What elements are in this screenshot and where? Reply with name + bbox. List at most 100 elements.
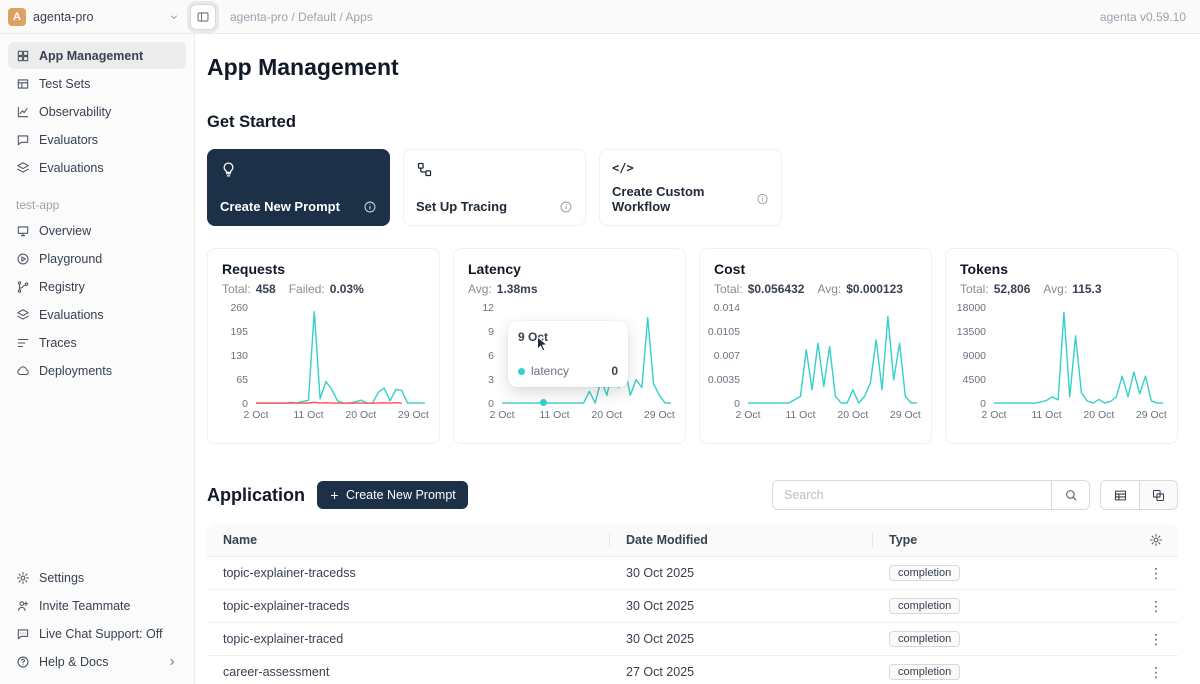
app-date-modified: 30 Oct 2025: [610, 566, 873, 580]
sidebar-item-registry[interactable]: Registry: [8, 273, 186, 300]
sidebar-app-section-label: test-app: [16, 198, 178, 212]
code-icon: </>: [612, 161, 769, 178]
search-button[interactable]: [1051, 481, 1089, 509]
sidebar-item-app-management[interactable]: App Management: [8, 42, 186, 69]
table-row[interactable]: topic-explainer-tracedss30 Oct 2025compl…: [207, 557, 1178, 590]
help-icon: [16, 655, 30, 669]
stat-cards: RequestsTotal:458Failed:0.03%26019513065…: [207, 248, 1178, 444]
y-axis-labels: 260195130650: [222, 308, 256, 404]
row-actions-button[interactable]: ⋮: [1134, 598, 1178, 615]
chart-plot: [994, 308, 1163, 404]
evaluators-icon: [16, 133, 30, 147]
get-started-card-label: Create Custom Workflow: [612, 184, 756, 214]
chart-area: 1800013500900045000: [960, 308, 1163, 404]
x-axis-labels: 2 Oct11 Oct20 Oct29 Oct: [748, 404, 917, 420]
info-icon[interactable]: [756, 192, 769, 206]
sidebar-item-test-sets[interactable]: Test Sets: [8, 70, 186, 97]
stat-card-cost: CostTotal:$0.056432Avg:$0.0001230.0140.0…: [699, 248, 932, 444]
applications-table: Name Date Modified Type topic-explainer-…: [207, 524, 1178, 684]
x-tick-label: 11 Oct: [293, 409, 323, 421]
card-view-icon: [1151, 488, 1166, 503]
chart-area: 0.0140.01050.0070.00350: [714, 308, 917, 404]
row-actions-button[interactable]: ⋮: [1134, 664, 1178, 681]
bulb-icon: [220, 161, 237, 178]
sidebar-item-observability[interactable]: Observability: [8, 98, 186, 125]
sidebar-app-list: OverviewPlaygroundRegistryEvaluationsTra…: [0, 216, 194, 385]
chevron-down-icon: [168, 11, 180, 23]
get-started-card-create-new-prompt[interactable]: Create New Prompt: [207, 149, 390, 226]
x-tick-label: 20 Oct: [1083, 409, 1114, 421]
get-started-card-set-up-tracing[interactable]: Set Up Tracing: [403, 149, 586, 226]
table-row[interactable]: topic-explainer-traced30 Oct 2025complet…: [207, 623, 1178, 656]
y-tick-label: 0.0035: [708, 374, 740, 386]
sidebar-item-evaluations[interactable]: Evaluations: [8, 154, 186, 181]
y-tick-label: 0.014: [714, 302, 740, 314]
tooltip-series-name: latency: [531, 364, 569, 378]
tooltip-series-value: 0: [611, 364, 618, 378]
app-version: agenta v0.59.10: [1100, 10, 1186, 24]
tokens-line-chart: [994, 308, 1163, 404]
sidebar-collapse-button[interactable]: [190, 4, 216, 30]
y-axis-labels: 1800013500900045000: [960, 308, 994, 404]
get-started-card-create-custom-workflow[interactable]: </> Create Custom Workflow: [599, 149, 782, 226]
stat-card-title: Cost: [714, 261, 917, 277]
stat-card-title: Tokens: [960, 261, 1163, 277]
chart-tooltip: 9 Octlatency0: [508, 321, 628, 387]
y-tick-label: 260: [230, 302, 248, 314]
metric-value: $0.056432: [748, 282, 805, 296]
metric-label: Total:: [714, 282, 743, 296]
sidebar-item-live-chat-support-off[interactable]: Live Chat Support: Off: [8, 620, 186, 647]
table-controls: [772, 480, 1178, 510]
row-actions-button[interactable]: ⋮: [1134, 565, 1178, 582]
info-icon[interactable]: [559, 200, 573, 214]
app-type: completion: [873, 664, 1134, 680]
breadcrumb[interactable]: agenta-pro / Default / Apps: [230, 10, 373, 24]
x-tick-label: 29 Oct: [644, 409, 675, 421]
app-date-modified: 30 Oct 2025: [610, 632, 873, 646]
metric-value: 1.38ms: [497, 282, 538, 296]
app-type: completion: [873, 631, 1134, 647]
search-input[interactable]: [773, 481, 1051, 509]
sidebar-item-evaluations[interactable]: Evaluations: [8, 301, 186, 328]
metric-label: Total:: [222, 282, 251, 296]
info-icon[interactable]: [363, 200, 377, 214]
sidebar-item-label: App Management: [39, 49, 143, 63]
sidebar-item-settings[interactable]: Settings: [8, 564, 186, 591]
sidebar-item-invite-teammate[interactable]: Invite Teammate: [8, 592, 186, 619]
app-name: topic-explainer-traceds: [207, 599, 610, 613]
sidebar-item-deployments[interactable]: Deployments: [8, 357, 186, 384]
get-started-card-footer: Create New Prompt: [220, 199, 377, 214]
row-actions-button[interactable]: ⋮: [1134, 631, 1178, 648]
table-view-button[interactable]: [1101, 481, 1139, 509]
y-tick-label: 3: [488, 374, 494, 386]
chart-plot: [748, 308, 917, 404]
create-new-prompt-button[interactable]: Create New Prompt: [317, 481, 468, 509]
search-box: [772, 480, 1090, 510]
metric-label: Failed:: [289, 282, 325, 296]
column-header-name[interactable]: Name: [207, 524, 610, 556]
type-tag: completion: [889, 631, 960, 647]
stat-card-metrics: Total:52,806Avg:115.3: [960, 282, 1163, 296]
sidebar-item-evaluators[interactable]: Evaluators: [8, 126, 186, 153]
table-row[interactable]: topic-explainer-traceds30 Oct 2025comple…: [207, 590, 1178, 623]
metric-value: 0.03%: [330, 282, 364, 296]
column-header-date-modified[interactable]: Date Modified: [610, 524, 873, 556]
sidebar-item-overview[interactable]: Overview: [8, 217, 186, 244]
table-row[interactable]: career-assessment27 Oct 2025completion⋮: [207, 656, 1178, 684]
sidebar-item-playground[interactable]: Playground: [8, 245, 186, 272]
column-header-type[interactable]: Type: [873, 524, 1134, 556]
metric-label: Avg:: [1043, 282, 1067, 296]
app-type: completion: [873, 598, 1134, 614]
gear-icon: [1149, 533, 1163, 547]
x-tick-label: 2 Oct: [489, 409, 514, 421]
y-tick-label: 12: [482, 302, 494, 314]
sidebar-item-traces[interactable]: Traces: [8, 329, 186, 356]
y-tick-label: 4500: [963, 374, 986, 386]
get-started-card-label: Create New Prompt: [220, 199, 340, 214]
x-tick-label: 2 Oct: [243, 409, 268, 421]
workspace-selector[interactable]: A agenta-pro: [8, 8, 180, 26]
card-view-button[interactable]: [1139, 481, 1177, 509]
table-settings-button[interactable]: [1134, 524, 1178, 556]
stat-card-metrics: Avg:1.38ms: [468, 282, 671, 296]
sidebar-item-help-docs[interactable]: Help & Docs: [8, 648, 186, 675]
